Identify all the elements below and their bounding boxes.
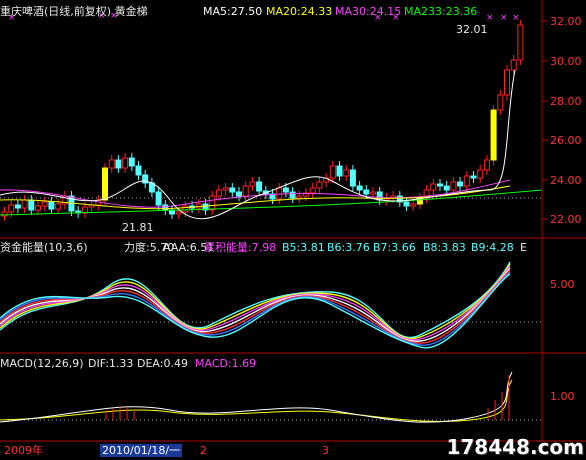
price-tick-30: 30.00 [550,55,582,68]
candle-body [296,195,303,199]
candle-body [483,159,490,171]
stock-title: 重庆啤酒(日线,前复权) 黄金梯 [0,5,148,18]
time-axis-year: 2009年 [4,444,43,457]
time-cursor-date[interactable]: 2010/01/18/一 [100,444,183,457]
candle-body [115,159,122,169]
candle-body [256,181,263,192]
candle-body [329,165,336,179]
energy-indicator-lines [0,261,511,349]
candle-body [236,191,242,197]
candle-body [175,211,182,215]
event-marker: × [500,13,508,23]
candle-body [282,187,289,193]
candle-body [215,189,222,197]
price-tick-26: 26.00 [550,134,582,147]
indicator-more: E [520,241,527,254]
candle-body [229,187,236,193]
b8-value: B8:3.83 [423,241,466,254]
ma30-label: MA30:24.15 [335,5,402,18]
candle-body [443,185,450,191]
candle-body [457,181,464,187]
candle-body [410,203,417,207]
candle-body [14,204,21,209]
candle-body [222,187,229,191]
candle-body [370,191,376,195]
candle-body [155,191,162,206]
leiji-value: 累积能量:7.98 [204,241,277,254]
candle-body [470,175,477,179]
candle-body [316,181,323,189]
candle-body [437,183,443,187]
ma233-label: MA233:23.36 [404,5,478,18]
candle-body [8,204,15,213]
macd-axis-label: 1.00 [550,390,575,403]
macd-value: MACD:1.69 [195,357,257,370]
candle-body [463,175,470,187]
price-tick-22: 22.00 [550,213,582,226]
high-price-annotation: 32.01 [456,23,488,36]
candlestick-series [1,20,524,221]
candle-body [343,169,350,177]
candle-body [162,204,169,211]
candle-body [403,201,410,207]
candle-body [55,203,62,210]
candle-body [209,195,216,211]
ma5-label: MA5:27.50 [203,5,263,18]
event-marker: × [486,13,494,23]
price-tick-24: 24.00 [550,174,582,187]
dea-line [0,379,513,422]
candle-body [309,187,316,194]
candle-body [430,183,437,191]
dea-value: DEA:0.49 [137,357,188,370]
energy-indicator-name: 资金能量(10,3,6) [0,241,88,254]
macd-lines [0,371,513,423]
candle-body [35,205,41,211]
time-axis-month-2: 2 [200,444,207,457]
candle-body [450,181,457,191]
ma20-label: MA20:24.33 [266,5,333,18]
chart-canvas[interactable]: × × × × × × × × [0,0,586,460]
event-marker: × [512,13,520,23]
candle-body [108,159,115,169]
energy-axis-label: 5.00 [550,278,575,291]
candle-body [249,181,256,187]
b7-value: B7:3.66 [373,241,416,254]
candle-body [21,199,28,209]
candle-body [336,165,343,177]
candle-body [356,185,363,191]
macd-name: MACD(12,26,9) [0,357,84,370]
candle-body [135,165,142,176]
candle-body [289,191,296,199]
price-tick-32: 32.00 [550,15,582,28]
site-watermark: 178448.com [446,435,584,459]
candle-body [242,185,249,197]
candle-body [477,169,484,179]
candle-body [517,24,524,61]
candle-body [41,201,48,207]
ma5-line [0,69,516,220]
candle-body [48,201,55,210]
candle-body [28,199,35,211]
candle-body [102,167,108,201]
dif-value: DIF:1.33 [88,357,134,370]
candle-body [128,157,135,167]
candle-body [182,205,189,213]
candle-body [349,169,356,187]
candle-body [363,189,370,195]
candle-body [510,59,517,71]
candle-body [497,94,504,111]
candle-body [490,109,497,161]
candle-body [504,69,510,96]
time-axis-month-3: 3 [322,444,329,457]
candle-body [122,157,129,169]
b5-value: B5:3.81 [282,241,325,254]
b9-value: B9:4.28 [471,241,514,254]
price-tick-28: 28.00 [550,95,582,108]
b6-value: B6:3.76 [327,241,370,254]
low-price-annotation: 21.81 [122,221,154,234]
candle-body [276,187,283,200]
